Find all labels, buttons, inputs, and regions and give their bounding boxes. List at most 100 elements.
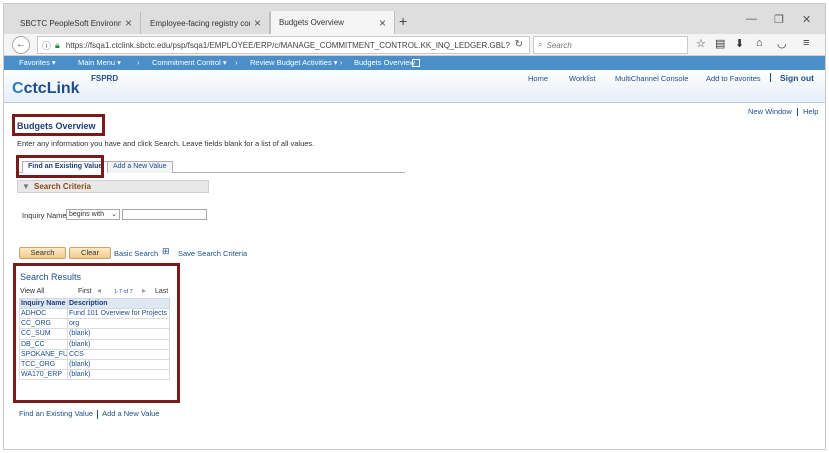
close-icon[interactable]: × [254,16,261,30]
close-window-icon[interactable]: ✕ [802,13,811,26]
search-results-title: Search Results [20,272,82,282]
header-separator [770,73,771,82]
url-bar[interactable]: ⓘ 🔒︎ https://fsqa1.ctclink.sbctc.edu/psp… [37,36,530,54]
main-menu[interactable]: Main Menu ▾ [78,58,121,67]
search-criteria-header[interactable]: ▼ Search Criteria [17,180,209,193]
highlight-box-tab [16,155,104,178]
description-cell[interactable]: (blank) [67,328,170,340]
description-cell[interactable]: Fund 101 Overview for Projects [67,307,170,320]
pocket-icon[interactable]: ◡ [777,37,787,50]
bookmark-star-icon[interactable]: ☆ [696,37,706,50]
save-criteria-icon[interactable]: ⊞ [162,246,170,257]
tab-add-new-value[interactable]: Add a New Value [107,161,173,173]
home-icon[interactable]: ⌂ [756,37,763,49]
logo-text: ctcLink [23,80,80,97]
ps-banner: CctcLink FSPRD Home Worklist MultiChanne… [4,70,825,103]
inquiry-name-cell[interactable]: ADHOC [19,307,68,320]
first-label[interactable]: First [78,288,92,295]
environment-label: FSPRD [91,74,119,83]
table-row[interactable]: WA170_ERP (blank) [19,369,170,381]
table-row[interactable]: CC_SUM (blank) [19,328,170,340]
column-header-description[interactable]: Description [67,298,170,309]
bottom-find-existing-link[interactable]: Find an Existing Value [19,409,93,418]
column-header-inquiry-name[interactable]: Inquiry Name [19,298,68,309]
table-row[interactable]: CC_ORG org [19,318,170,330]
search-criteria-title: Search Criteria [34,182,91,191]
results-table: Inquiry Name Description ADHOC Fund 101 … [19,298,170,381]
inquiry-name-cell[interactable]: DB_CC [19,338,68,350]
reload-icon[interactable]: ↻ [515,39,523,50]
home-link[interactable]: Home [528,74,548,83]
info-icon[interactable]: ⓘ [42,39,51,52]
bottom-add-new-link[interactable]: Add a New Value [102,409,159,418]
browser-tab-budgets[interactable]: Budgets Overview × [270,11,395,34]
table-row[interactable]: SPOKANE_FU CCS [19,348,170,360]
url-text: https://fsqa1.ctclink.sbctc.edu/psp/fsqa… [65,40,510,50]
table-row[interactable]: DB_CC (blank) [19,338,170,350]
inquiry-name-label: Inquiry Name: [22,211,69,220]
inquiry-operator-select[interactable]: begins with ⌄ [66,209,120,220]
tab-title: SBCTC PeopleSoft Environme... [20,18,121,28]
sign-out-link[interactable]: Sign out [780,73,814,83]
breadcrumb-commitment-control[interactable]: Commitment Control ▾ [152,58,227,67]
reader-icon[interactable]: ▤ [715,37,725,50]
browser-search-input[interactable]: ⌕ Search [533,36,688,54]
tab-title: Budgets Overview [279,18,344,27]
menu-icon[interactable]: ≡ [803,37,809,49]
tab-title: Employee-facing registry cont... [150,18,250,28]
multichannel-console-link[interactable]: MultiChannel Console [615,74,688,83]
restore-icon[interactable]: ❐ [774,13,784,26]
inquiry-name-input[interactable] [122,209,207,220]
back-arrow-icon[interactable]: ← [12,36,30,54]
table-row[interactable]: ADHOC Fund 101 Overview for Projects [19,307,170,320]
new-tab-icon[interactable]: + [399,13,407,29]
add-to-favorites-link[interactable]: Add to Favorites [706,74,761,83]
view-all-link[interactable]: View All [20,288,44,295]
page-utility-links: New Window Help [748,107,818,117]
search-placeholder: Search [546,40,572,50]
operator-value: begins with [69,211,105,218]
inquiry-name-cell[interactable]: SPOKANE_FU [19,348,68,360]
table-row[interactable]: TCC_ORG (blank) [19,358,170,371]
link-separator [796,108,798,117]
last-label[interactable]: Last [155,288,168,295]
ps-menu-bar: Favorites ▾ Main Menu ▾ › Commitment Con… [4,56,825,70]
save-search-criteria-link[interactable]: Save Search Criteria [178,249,247,258]
inquiry-name-cell[interactable]: CC_SUM [19,328,68,340]
help-link[interactable]: Help [803,107,818,116]
next-arrow-icon[interactable]: ▸ [142,286,146,295]
breadcrumb-separator: › [137,58,140,67]
browser-tab-registry[interactable]: Employee-facing registry cont... × [142,12,270,34]
worklist-link[interactable]: Worklist [569,74,596,83]
basic-search-link[interactable]: Basic Search [114,249,158,258]
description-cell[interactable]: org [67,318,170,330]
logo-c: C [12,80,24,97]
collapse-triangle-icon: ▼ [22,182,30,191]
inquiry-name-cell[interactable]: WA170_ERP [19,369,68,381]
lock-icon: 🔒︎ [55,39,60,50]
inquiry-name-cell[interactable]: CC_ORG [19,318,68,330]
breadcrumb-review-budget[interactable]: Review Budget Activities ▾ [250,58,338,67]
browser-toolbar: ← ⓘ 🔒︎ https://fsqa1.ctclink.sbctc.edu/p… [4,34,825,56]
close-icon[interactable]: × [125,16,132,30]
link-separator [97,409,99,419]
instructions-text: Enter any information you have and click… [17,139,315,148]
search-button[interactable]: Search [19,247,66,259]
favorites-menu[interactable]: Favorites ▾ [19,58,56,67]
new-window-link[interactable]: New Window [748,107,792,116]
new-window-icon[interactable] [412,59,420,67]
download-icon[interactable]: ⬇ [735,37,744,50]
breadcrumb-current[interactable]: Budgets Overview [354,58,415,67]
previous-arrow-icon[interactable]: ◂ [97,286,101,295]
close-icon[interactable]: × [379,16,386,30]
description-cell[interactable]: CCS [67,348,170,360]
search-icon: ⌕ [538,40,543,49]
inquiry-name-cell[interactable]: TCC_ORG [19,358,68,371]
browser-tab-sbctc[interactable]: SBCTC PeopleSoft Environme... × [12,12,141,34]
browser-window: SBCTC PeopleSoft Environme... × Employee… [3,3,826,450]
description-cell[interactable]: (blank) [67,358,170,371]
clear-button[interactable]: Clear [69,247,111,259]
minimize-icon[interactable]: — [746,13,757,25]
description-cell[interactable]: (blank) [67,369,170,381]
description-cell[interactable]: (blank) [67,338,170,350]
